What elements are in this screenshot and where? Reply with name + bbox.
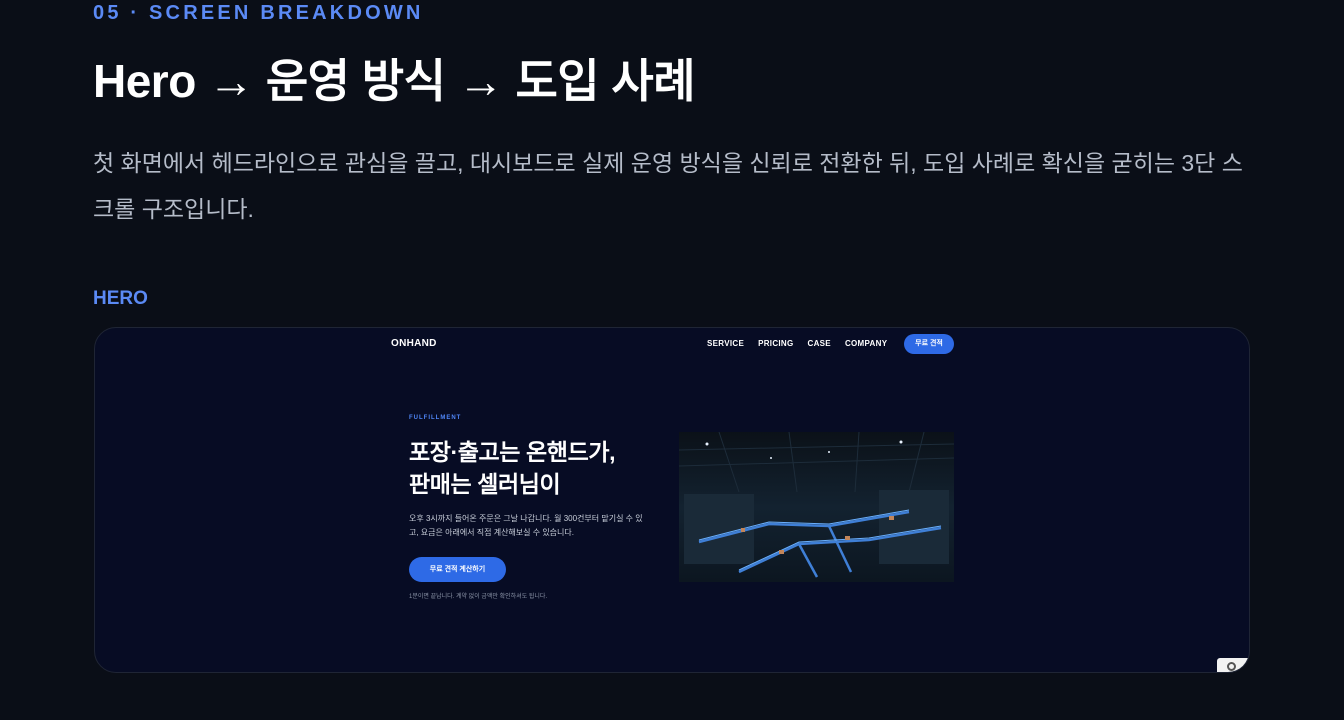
hero-title-line-2: 판매는 셀러님이 (409, 471, 561, 497)
section-title: Hero → 운영 방식 → 도입 사례 (93, 55, 696, 107)
search-icon (1227, 662, 1236, 671)
hero-quote-calc-button[interactable]: 무료 견적 계산하기 (409, 557, 506, 582)
hero-eyebrow: FULFILLMENT (409, 415, 462, 421)
hero-preview-frame: ONHAND SERVICE PRICING CASE COMPANY 무료 견… (94, 327, 1250, 673)
nav-item-pricing[interactable]: PRICING (758, 339, 793, 349)
nav-item-case[interactable]: CASE (808, 339, 831, 349)
hero-sub-label: HERO (93, 288, 148, 309)
section-eyebrow: 05 · SCREEN BREAKDOWN (93, 2, 424, 24)
nav-item-service[interactable]: SERVICE (707, 339, 744, 349)
hero-description: 오후 3시까지 들어온 주문은 그날 나갑니다. 월 300건부터 맡기실 수 … (409, 514, 643, 537)
screen-breakdown-section: 05 · SCREEN BREAKDOWN Hero → 운영 방식 → 도입 … (0, 0, 1344, 720)
floating-widget[interactable] (1217, 658, 1249, 672)
warehouse-photo (679, 432, 954, 582)
section-description: 첫 화면에서 헤드라인으로 관심을 끌고, 대시보드로 실제 운영 방식을 신뢰… (93, 150, 1243, 222)
hero-title-line-1: 포장·출고는 온핸드가, (409, 439, 616, 465)
nav-item-company[interactable]: COMPANY (845, 339, 887, 349)
hero-note: 1분이면 끝납니다. 계약 없이 금액만 확인하셔도 됩니다. (409, 594, 548, 600)
warehouse-illustration (679, 432, 954, 582)
nav-quote-button[interactable]: 무료 견적 (904, 334, 954, 354)
hero-title: 포장·출고는 온핸드가, 판매는 셀러님이 (409, 436, 615, 500)
preview-brand-logo[interactable]: ONHAND (391, 338, 437, 349)
preview-nav: SERVICE PRICING CASE COMPANY (707, 339, 901, 349)
